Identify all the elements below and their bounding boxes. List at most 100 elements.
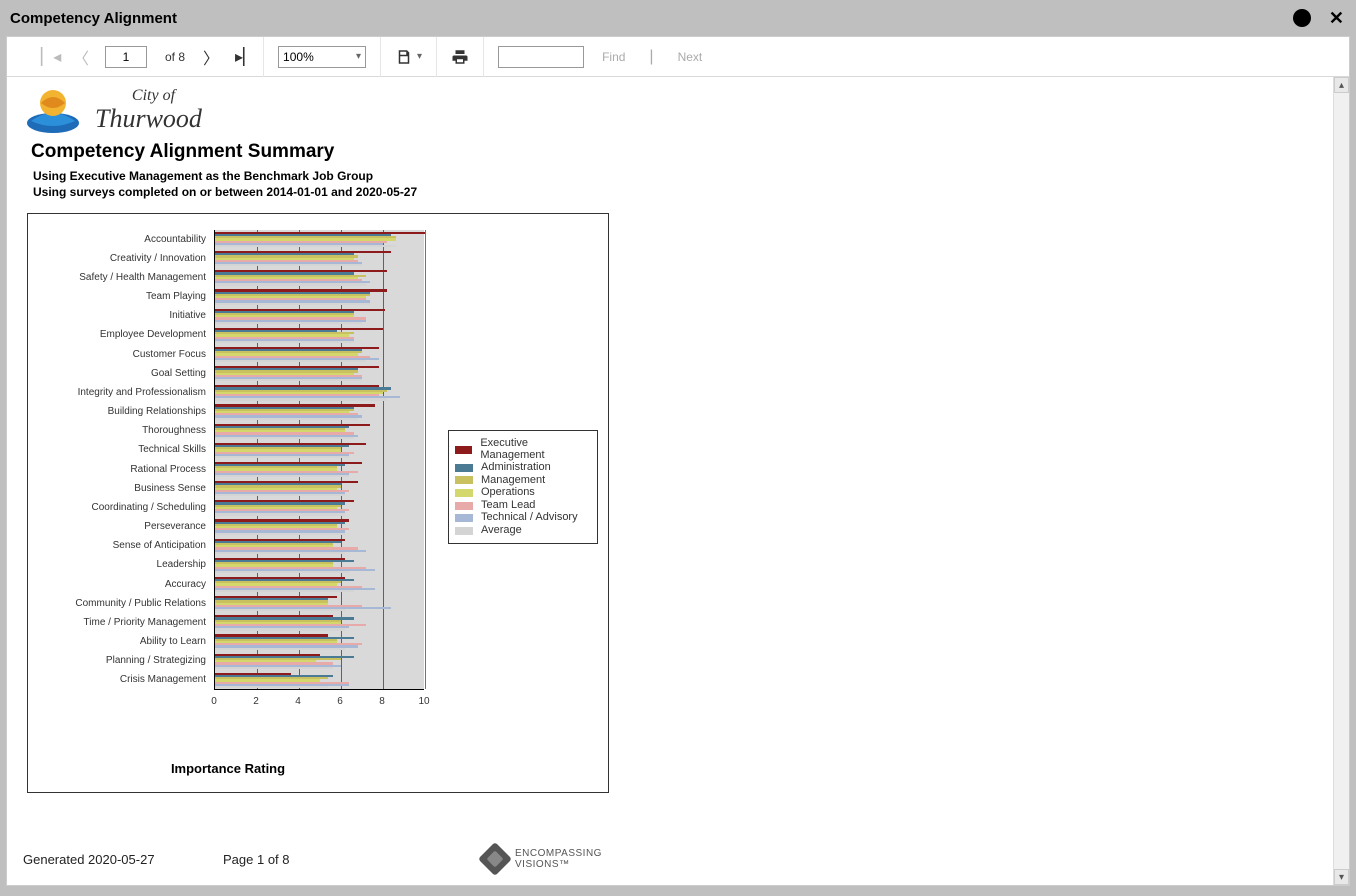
chevron-down-icon: ▾	[356, 51, 361, 62]
vendor-logo-icon	[478, 842, 512, 876]
category-label: Time / Priority Management	[36, 617, 206, 628]
chart-container: 0246810 AccountabilityCreativity / Innov…	[27, 213, 609, 793]
chart-bar	[215, 341, 354, 343]
find-next-label[interactable]: Next	[678, 50, 703, 64]
category-label: Rational Process	[36, 464, 206, 475]
app-window: Competency Alignment ? ✕ ▏◂ 〈 of 8 〉 ▸▏ …	[0, 0, 1356, 896]
title-bar: Competency Alignment ? ✕	[6, 6, 1350, 36]
chart-bar	[215, 418, 358, 420]
save-button[interactable]: ▾	[395, 48, 422, 66]
zoom-group: 100% ▾	[264, 37, 381, 77]
category-label: Initiative	[36, 310, 206, 321]
category-label: Perseverance	[36, 521, 206, 532]
chart-bar	[215, 360, 366, 362]
chart-plot-area	[214, 230, 424, 690]
category-label: Safety / Health Management	[36, 272, 206, 283]
vertical-scrollbar[interactable]: ▴ ▾	[1333, 77, 1349, 885]
chart-bar	[215, 648, 345, 650]
report-subtitle-1: Using Executive Management as the Benchm…	[33, 169, 1319, 183]
page-of-label: of 8	[165, 50, 185, 64]
legend-swatch	[455, 514, 473, 522]
legend-swatch	[455, 446, 472, 454]
logo-row: City of Thurwood	[21, 85, 1319, 135]
chart-bar	[215, 552, 345, 554]
category-label: Planning / Strategizing	[36, 655, 206, 666]
legend-label: Executive Management	[480, 438, 591, 461]
chart-bar	[215, 379, 362, 381]
category-label: Customer Focus	[36, 349, 206, 360]
category-label: Accountability	[36, 234, 206, 245]
legend-item: Average	[455, 525, 591, 537]
category-label: Thoroughness	[36, 425, 206, 436]
content-pane: ▏◂ 〈 of 8 〉 ▸▏ 100% ▾ ▾	[6, 36, 1350, 886]
legend-swatch	[455, 527, 473, 535]
page-footer: Generated 2020-05-27 Page 1 of 8 ENCOMPA…	[23, 847, 1317, 871]
x-tick-label: 2	[246, 696, 266, 707]
chart-bar	[215, 398, 387, 400]
nav-group: ▏◂ 〈 of 8 〉 ▸▏	[27, 37, 264, 77]
find-input[interactable]	[498, 46, 584, 68]
legend-swatch	[455, 502, 473, 510]
category-label: Goal Setting	[36, 368, 206, 379]
chart-bar	[215, 686, 328, 688]
x-tick-label: 6	[330, 696, 350, 707]
legend-label: Management	[481, 475, 545, 487]
find-label[interactable]: Find	[602, 50, 625, 64]
chart-bar	[215, 456, 349, 458]
report-subtitle-2: Using surveys completed on or between 20…	[33, 185, 1319, 199]
chart-bar	[215, 667, 333, 669]
titlebar-controls: ? ✕	[1293, 8, 1344, 29]
first-page-icon[interactable]: ▏◂	[41, 47, 55, 67]
category-label: Crisis Management	[36, 674, 206, 685]
print-button[interactable]	[451, 48, 469, 66]
category-label: Coordinating / Scheduling	[36, 502, 206, 513]
category-label: Leadership	[36, 559, 206, 570]
category-label: Creativity / Innovation	[36, 253, 206, 264]
category-label: Technical Skills	[36, 444, 206, 455]
zoom-select[interactable]: 100% ▾	[278, 46, 366, 68]
chart-bar	[215, 437, 354, 439]
find-group: Find | Next	[484, 37, 716, 77]
category-label: Business Sense	[36, 483, 206, 494]
chart-bar	[215, 475, 349, 477]
prev-page-icon[interactable]: 〈	[73, 45, 87, 69]
chart-bar	[215, 609, 345, 611]
legend-item: Team Lead	[455, 500, 591, 512]
legend-swatch	[455, 489, 473, 497]
chart-bar	[215, 513, 345, 515]
vendor-brand: ENCOMPASSING VISIONS™	[483, 847, 602, 871]
legend-item: Technical / Advisory	[455, 512, 591, 524]
close-icon[interactable]: ✕	[1329, 8, 1344, 29]
logo-text: City of Thurwood	[95, 88, 202, 132]
category-label: Community / Public Relations	[36, 598, 206, 609]
report-page: City of Thurwood Competency Alignment Su…	[7, 77, 1333, 885]
legend-label: Technical / Advisory	[481, 512, 578, 524]
scroll-down-icon[interactable]: ▾	[1334, 869, 1349, 885]
x-axis-title: Importance Rating	[28, 761, 428, 776]
chart-bar	[215, 322, 362, 324]
report-viewport[interactable]: City of Thurwood Competency Alignment Su…	[7, 77, 1333, 885]
legend-swatch	[455, 476, 473, 484]
legend-label: Operations	[481, 487, 535, 499]
chart-bar	[215, 283, 366, 285]
chart-bar	[215, 245, 396, 247]
page-number-input[interactable]	[105, 46, 147, 68]
last-page-icon[interactable]: ▸▏	[235, 47, 249, 67]
help-icon[interactable]: ?	[1293, 9, 1311, 27]
next-page-icon[interactable]: 〉	[203, 45, 217, 69]
export-group: ▾	[381, 37, 437, 77]
x-tick-label: 0	[204, 696, 224, 707]
legend-item: Administration	[455, 462, 591, 474]
legend-item: Management	[455, 475, 591, 487]
page-indicator: Page 1 of 8	[223, 852, 423, 867]
report-toolbar: ▏◂ 〈 of 8 〉 ▸▏ 100% ▾ ▾	[7, 37, 1349, 77]
scroll-up-icon[interactable]: ▴	[1334, 77, 1349, 93]
chart-legend: Executive ManagementAdministrationManage…	[448, 430, 598, 544]
save-icon	[395, 48, 413, 66]
legend-item: Executive Management	[455, 438, 591, 461]
legend-label: Administration	[481, 462, 551, 474]
legend-item: Operations	[455, 487, 591, 499]
category-label: Integrity and Professionalism	[36, 387, 206, 398]
print-icon	[451, 48, 469, 66]
category-label: Sense of Anticipation	[36, 540, 206, 551]
